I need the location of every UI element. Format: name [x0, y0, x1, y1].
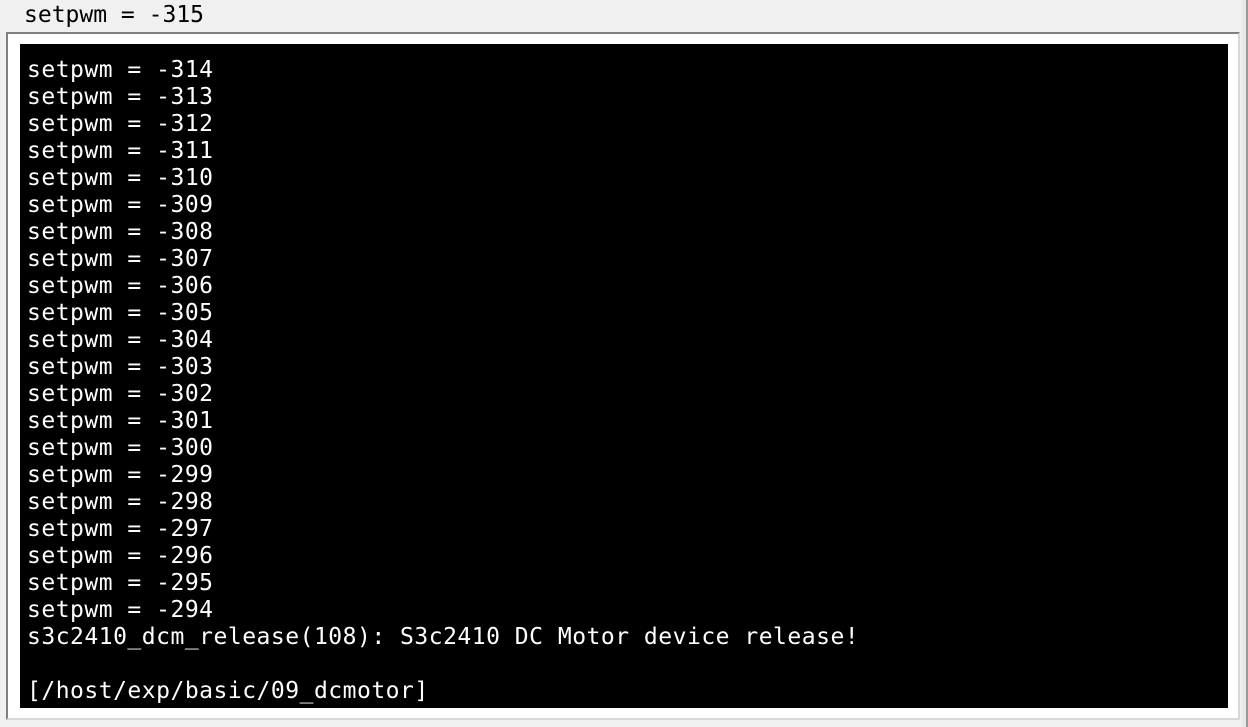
terminal-line: setpwm = -298 [27, 489, 214, 515]
terminal-line: setpwm = -304 [27, 327, 214, 353]
terminal-line: setpwm = -306 [27, 273, 214, 299]
terminal-line: setpwm = -312 [27, 111, 214, 137]
terminal-line: setpwm = -311 [27, 138, 214, 164]
terminal-line: setpwm = -310 [27, 165, 214, 191]
terminal-prompt: [/host/exp/basic/09_dcmotor] [27, 678, 429, 704]
terminal-line: setpwm = -308 [27, 219, 214, 245]
top-output-line: setpwm = -315 [24, 2, 205, 28]
terminal-line: setpwm = -299 [27, 462, 214, 488]
terminal-line: setpwm = -305 [27, 300, 214, 326]
terminal-line: setpwm = -302 [27, 381, 214, 407]
terminal-line: setpwm = -295 [27, 570, 214, 596]
terminal-line: setpwm = -300 [27, 435, 214, 461]
terminal-frame: setpwm = -314 setpwm = -313 setpwm = -31… [6, 32, 1240, 720]
terminal-line: setpwm = -294 [27, 597, 214, 623]
window-edge [1242, 0, 1246, 727]
terminal-line: setpwm = -297 [27, 516, 214, 542]
terminal-line: setpwm = -296 [27, 543, 214, 569]
terminal-line: setpwm = -307 [27, 246, 214, 272]
terminal-line: setpwm = -301 [27, 408, 214, 434]
terminal-window: setpwm = -315 setpwm = -314 setpwm = -31… [0, 0, 1248, 727]
terminal-line: setpwm = -314 [27, 57, 214, 83]
terminal-output[interactable]: setpwm = -314 setpwm = -313 setpwm = -31… [20, 44, 1228, 708]
terminal-line: setpwm = -309 [27, 192, 214, 218]
terminal-line: s3c2410_dcm_release(108): S3c2410 DC Mot… [27, 624, 860, 650]
terminal-line: setpwm = -303 [27, 354, 214, 380]
terminal-line: setpwm = -313 [27, 84, 214, 110]
